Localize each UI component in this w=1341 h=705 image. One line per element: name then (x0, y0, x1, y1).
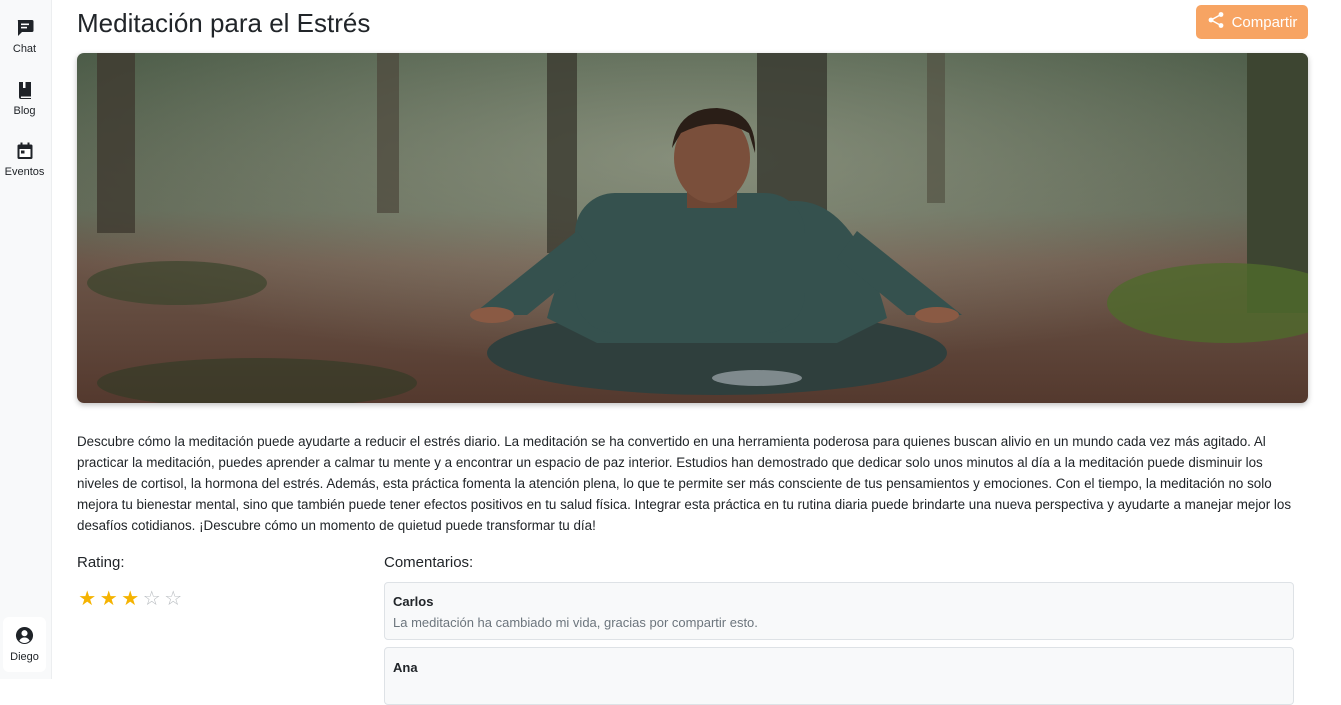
page-title: Meditación para el Estrés (77, 8, 371, 38)
comment-author: Ana (393, 660, 418, 675)
hero-image (77, 53, 1308, 403)
chat-icon (15, 18, 35, 38)
star-filled-icon[interactable]: ★ (77, 588, 98, 610)
sidebar-item-blog[interactable]: Blog (0, 80, 49, 117)
share-button-label: Compartir (1231, 13, 1298, 31)
sidebar-item-label: Blog (13, 105, 36, 117)
star-empty-icon[interactable]: ☆ (142, 588, 163, 610)
sidebar-item-eventos[interactable]: Eventos (0, 141, 49, 178)
share-icon (1207, 11, 1225, 33)
star-filled-icon[interactable]: ★ (99, 588, 120, 610)
sidebar-item-label: Chat (12, 43, 37, 55)
comments-title: Comentarios: (384, 554, 474, 571)
user-circle-icon (15, 626, 34, 645)
comment-card: Carlos La meditación ha cambiado mi vida… (384, 582, 1294, 640)
star-filled-icon[interactable]: ★ (120, 588, 141, 610)
rating-title: Rating: (77, 554, 125, 571)
user-name: Diego (10, 651, 39, 663)
share-button[interactable]: Compartir (1196, 5, 1308, 39)
sidebar: Chat Blog Eventos Diego (0, 0, 52, 679)
star-empty-icon[interactable]: ☆ (163, 588, 184, 610)
article-description: Descubre cómo la meditación puede ayudar… (77, 434, 1292, 533)
sidebar-item-label: Eventos (4, 166, 45, 178)
comment-author: Carlos (393, 594, 434, 609)
book-icon (15, 80, 35, 100)
calendar-icon (15, 141, 35, 161)
comment-text: La meditación ha cambiado mi vida, graci… (393, 615, 758, 630)
rating-stars[interactable]: ★ ★ ★ ☆ ☆ (77, 588, 184, 610)
sidebar-user-profile[interactable]: Diego (3, 617, 46, 672)
comment-card: Ana (384, 647, 1294, 705)
sidebar-item-chat[interactable]: Chat (0, 18, 49, 55)
